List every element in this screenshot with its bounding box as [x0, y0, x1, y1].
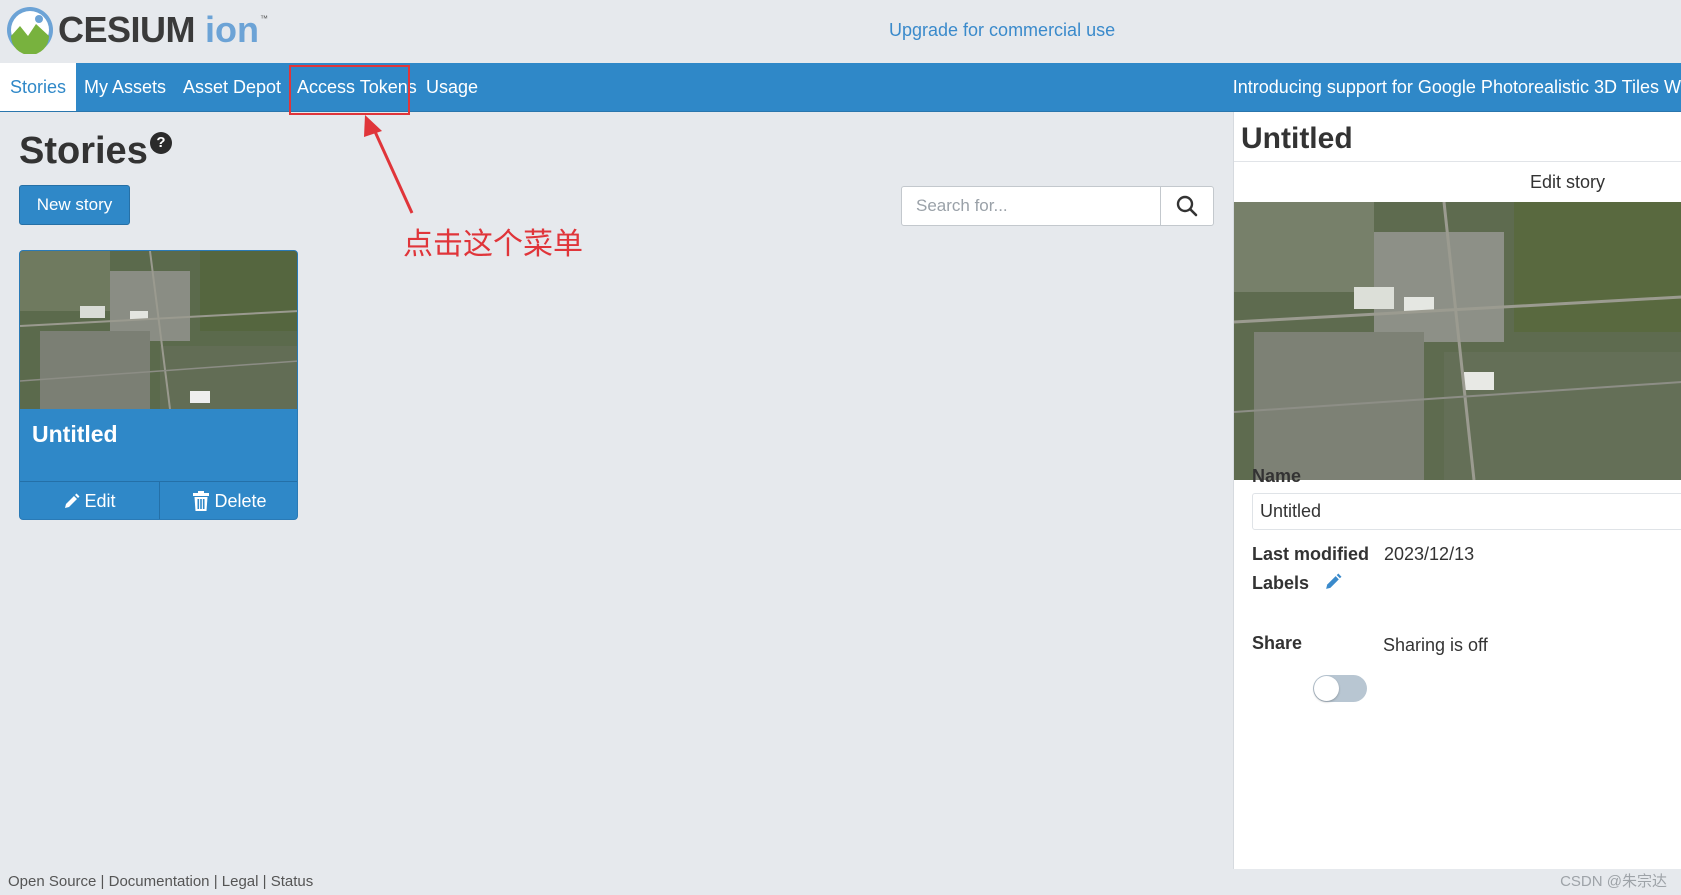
- story-edit-label: Edit: [84, 490, 116, 511]
- pencil-icon: [65, 493, 80, 508]
- share-status: Sharing is off: [1383, 635, 1488, 655]
- labels-label: Labels: [1252, 573, 1310, 593]
- logo-text: CESIUM: [58, 9, 196, 50]
- cesium-ion-logo[interactable]: CESIUM ion ™: [6, 6, 268, 54]
- story-card-title: Untitled: [32, 421, 118, 447]
- footer-link-legal[interactable]: Legal: [222, 873, 259, 890]
- share-toggle-knob: [1314, 676, 1339, 701]
- edit-labels-pencil-icon[interactable]: [1324, 573, 1342, 591]
- cesium-logo-icon: [7, 7, 53, 54]
- search-icon: [1176, 195, 1198, 217]
- story-thumbnail: [20, 251, 297, 409]
- watermark: CSDN @朱宗达: [1560, 873, 1667, 890]
- footer-link-documentation[interactable]: Documentation: [109, 873, 210, 890]
- new-story-button[interactable]: New story: [19, 185, 130, 225]
- logo-ion-text: ion: [205, 9, 259, 50]
- top-header: CESIUM ion ™ Upgrade for commercial use: [0, 0, 1681, 63]
- stories-main: Stories ? New story Untitled: [0, 112, 1233, 869]
- nav-tab-access-tokens[interactable]: Access Tokens: [287, 63, 427, 111]
- story-delete-button[interactable]: Delete: [159, 482, 297, 519]
- footer-separator: |: [96, 873, 109, 890]
- trash-icon: [193, 491, 210, 511]
- search-box: [901, 186, 1214, 226]
- help-icon[interactable]: ?: [150, 132, 172, 154]
- search-input[interactable]: [902, 187, 1160, 225]
- share-toggle[interactable]: [1313, 675, 1367, 702]
- announcement-banner[interactable]: Introducing support for Google Photoreal…: [1233, 63, 1681, 111]
- nav-tab-my-assets[interactable]: My Assets: [74, 63, 176, 111]
- story-card-actions: Edit Delete: [20, 481, 297, 519]
- footer: Open Source | Documentation | Legal | St…: [0, 869, 1681, 895]
- story-detail-panel: Untitled Edit story Name Untitled Last m…: [1233, 112, 1681, 869]
- name-label: Name: [1252, 466, 1302, 486]
- story-card[interactable]: Untitled Edit Delete: [19, 250, 298, 520]
- panel-title: Untitled: [1241, 122, 1353, 155]
- main-nav: Stories My Assets Asset Depot Access Tok…: [0, 63, 1681, 112]
- nav-tab-usage[interactable]: Usage: [416, 63, 488, 111]
- edit-story-link[interactable]: Edit story: [1530, 172, 1605, 193]
- upgrade-link[interactable]: Upgrade for commercial use: [889, 20, 1115, 41]
- name-field[interactable]: Untitled: [1252, 493, 1681, 530]
- nav-tab-asset-depot[interactable]: Asset Depot: [173, 63, 291, 111]
- share-label: Share: [1252, 633, 1303, 653]
- story-delete-label: Delete: [214, 490, 267, 511]
- footer-link-status[interactable]: Status: [271, 873, 314, 890]
- search-button[interactable]: [1160, 187, 1213, 225]
- story-edit-button[interactable]: Edit: [20, 482, 159, 519]
- last-modified-value: 2023/12/13: [1384, 544, 1475, 564]
- footer-link-open-source[interactable]: Open Source: [8, 873, 96, 890]
- story-preview-image: [1234, 202, 1681, 480]
- footer-separator: |: [258, 873, 271, 890]
- nav-tab-stories[interactable]: Stories: [0, 63, 77, 111]
- panel-divider: [1234, 161, 1681, 162]
- footer-separator: |: [209, 873, 222, 890]
- logo-trademark: ™: [260, 13, 268, 23]
- last-modified-label: Last modified: [1252, 544, 1370, 564]
- page-title: Stories: [19, 130, 148, 172]
